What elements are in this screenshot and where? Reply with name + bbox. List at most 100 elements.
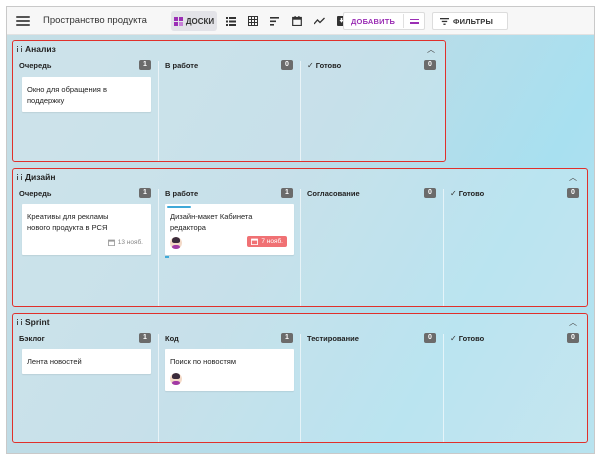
column-count-badge: 1: [281, 188, 293, 198]
task-card[interactable]: Лента новостей: [22, 349, 151, 374]
view-table-button[interactable]: [243, 11, 263, 31]
board-title[interactable]: Дизайн: [17, 172, 55, 182]
task-card-title-line: Лента новостей: [27, 357, 82, 366]
task-card[interactable]: Креативы для рекламы нового продукта в Р…: [22, 204, 151, 255]
column-count-badge: 1: [139, 188, 151, 198]
column-count-badge: 0: [567, 333, 579, 343]
task-card[interactable]: Дизайн-макет Кабинета редактора 7 нояб.: [165, 204, 294, 255]
view-calendar-button[interactable]: [287, 11, 307, 31]
task-card-title-line: поддержку: [27, 96, 65, 105]
column-count-badge: 1: [281, 333, 293, 343]
assignee-avatar[interactable]: [170, 237, 182, 249]
trend-chart-icon: [313, 17, 325, 25]
task-card-title: Поиск по новостям: [170, 356, 290, 367]
column-queue: Очередь 1 Окно для обращения в поддержку: [13, 60, 157, 161]
check-icon: ✓: [307, 61, 314, 70]
due-date: 13 нояб.: [107, 239, 143, 246]
column-title: ✓ Готово: [450, 334, 484, 343]
check-icon: ✓: [450, 334, 457, 343]
column-count-badge: 0: [567, 188, 579, 198]
list-icon: [226, 16, 236, 26]
top-bar: Пространство продукта ДОСКИ ДОБАВИТЬ ФИЛ…: [7, 7, 594, 35]
card-drop-indicator: [165, 256, 169, 258]
task-card-title-line: Окно для обращения в: [27, 85, 107, 94]
column-count-badge: 0: [424, 188, 436, 198]
column-count-badge: 0: [424, 60, 436, 70]
drag-handle-icon[interactable]: [17, 173, 22, 182]
column-title: В работе: [165, 61, 199, 70]
task-card-title: Креативы для рекламы нового продукта в Р…: [27, 211, 147, 233]
column-done: ✓ Готово 0: [301, 60, 444, 161]
board-title[interactable]: Sprint: [17, 317, 50, 327]
column-title: Код: [165, 334, 179, 343]
gantt-icon: [270, 16, 279, 26]
column-count-badge: 0: [424, 333, 436, 343]
filter-icon: [440, 17, 449, 25]
calendar-icon: [251, 238, 259, 245]
collapse-chevron-icon[interactable]: ︿: [569, 317, 577, 328]
column-title: Бэклог: [19, 334, 45, 343]
column-testing: Тестирование 0: [301, 333, 442, 442]
board-title[interactable]: Анализ: [17, 44, 56, 54]
collapse-chevron-icon[interactable]: ︿: [569, 172, 577, 183]
card-progress-bar: [167, 206, 191, 208]
view-list-button[interactable]: [221, 11, 241, 31]
view-boards-button[interactable]: ДОСКИ: [171, 11, 217, 31]
drag-handle-icon[interactable]: [17, 318, 22, 327]
column-in-progress: В работе 0: [159, 60, 299, 161]
overdue-date-badge: 7 нояб.: [247, 236, 287, 247]
column-title-text: Готово: [458, 334, 485, 343]
column-queue: Очередь 1 Креативы для рекламы нового пр…: [13, 188, 157, 306]
column-in-progress: В работе 1 Дизайн-макет Кабинета редакто…: [159, 188, 299, 306]
column-title: Согласование: [307, 189, 360, 198]
add-button-divider: [403, 14, 405, 28]
calendar-icon: [292, 16, 302, 26]
app-window: Пространство продукта ДОСКИ ДОБАВИТЬ ФИЛ…: [6, 6, 595, 454]
task-card-title-line: Поиск по новостям: [170, 357, 236, 366]
board-title-text: Анализ: [25, 44, 56, 54]
board-title-text: Sprint: [25, 317, 50, 327]
filters-button-label: ФИЛЬТРЫ: [453, 16, 494, 26]
board-analysis: Анализ ︿ Очередь 1 Окно для обращения в …: [12, 40, 446, 162]
overdue-date-text: 7 нояб.: [261, 238, 283, 245]
task-card-title: Дизайн-макет Кабинета редактора: [170, 211, 290, 233]
filters-button[interactable]: ФИЛЬТРЫ: [432, 12, 508, 30]
task-card-title-line: редактора: [170, 223, 206, 232]
task-card[interactable]: Окно для обращения в поддержку: [22, 77, 151, 112]
column-count-badge: 1: [139, 333, 151, 343]
column-backlog: Бэклог 1 Лента новостей: [13, 333, 157, 442]
board-design: Дизайн ︿ Очередь 1 Креативы для рекламы …: [12, 168, 588, 307]
collapse-chevron-icon[interactable]: ︿: [427, 44, 435, 55]
column-title-text: Готово: [315, 61, 342, 70]
hamburger-menu-icon[interactable]: [16, 15, 30, 26]
column-title: Очередь: [19, 189, 52, 198]
add-button-label: ДОБАВИТЬ: [351, 16, 396, 26]
due-date-text: 13 нояб.: [117, 239, 143, 246]
view-chart-button[interactable]: [309, 11, 329, 31]
add-button[interactable]: ДОБАВИТЬ: [343, 12, 425, 30]
task-card-title-line: Дизайн-макет Кабинета: [170, 212, 253, 221]
view-switcher: ДОСКИ: [171, 11, 353, 31]
column-title: ✓ Готово: [450, 189, 484, 198]
view-boards-label: ДОСКИ: [185, 16, 215, 26]
add-options-icon[interactable]: [410, 17, 420, 26]
column-count-badge: 0: [281, 60, 293, 70]
column-title: Очередь: [19, 61, 52, 70]
column-title-text: Готово: [458, 189, 485, 198]
task-card[interactable]: Поиск по новостям: [165, 349, 294, 391]
boards-icon: [173, 16, 183, 26]
column-done: ✓ Готово 0: [444, 188, 587, 306]
column-count-badge: 1: [139, 60, 151, 70]
column-done: ✓ Готово 0: [444, 333, 587, 442]
drag-handle-icon[interactable]: [17, 45, 22, 54]
table-icon: [248, 16, 258, 26]
assignee-avatar[interactable]: [170, 373, 182, 385]
column-approval: Согласование 0: [301, 188, 442, 306]
column-title: В работе: [165, 189, 199, 198]
task-card-title: Лента новостей: [27, 356, 147, 367]
task-card-title: Окно для обращения в поддержку: [27, 84, 147, 106]
column-code: Код 1 Поиск по новостям: [159, 333, 299, 442]
board-sprint: Sprint ︿ Бэклог 1 Лента новостей Код 1 П…: [12, 313, 588, 443]
board-title-text: Дизайн: [25, 172, 56, 182]
view-gantt-button[interactable]: [265, 11, 285, 31]
